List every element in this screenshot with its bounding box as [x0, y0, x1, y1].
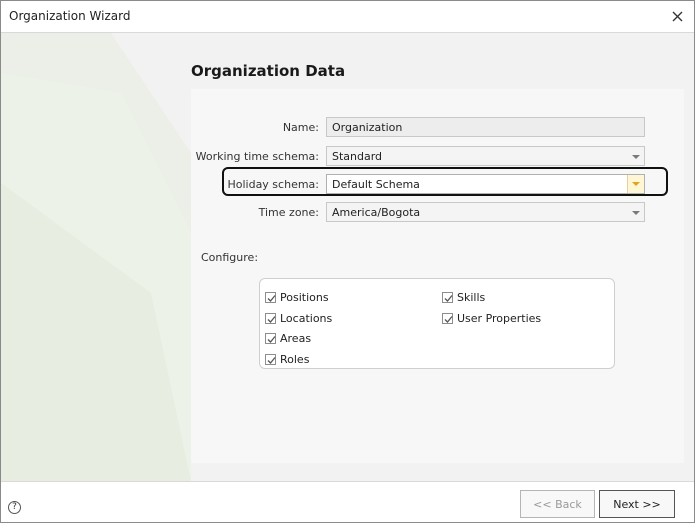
checkbox-positions[interactable]: Positions: [265, 291, 329, 304]
chevron-down-icon: [632, 182, 640, 186]
working-time-schema-label: Working time schema:: [195, 150, 319, 163]
checkbox-box[interactable]: [265, 292, 276, 303]
configure-checkbox-group: Positions Locations Areas Roles Skills U…: [259, 278, 615, 369]
checkmark-icon: [267, 336, 276, 343]
help-icon[interactable]: ?: [8, 501, 21, 514]
checkbox-box[interactable]: [265, 354, 276, 365]
time-zone-label: Time zone:: [258, 206, 319, 219]
checkbox-user-properties[interactable]: User Properties: [442, 312, 541, 325]
checkbox-roles[interactable]: Roles: [265, 353, 309, 366]
checkbox-areas[interactable]: Areas: [265, 332, 311, 345]
configure-label: Configure:: [201, 251, 259, 264]
wizard-window: Organization Wizard Organization Data Na…: [0, 0, 695, 523]
checkbox-locations[interactable]: Locations: [265, 312, 332, 325]
close-icon: [672, 11, 682, 22]
time-zone-select[interactable]: America/Bogota: [326, 202, 645, 222]
page-title: Organization Data: [191, 62, 346, 80]
name-value: Organization: [332, 121, 403, 134]
checkmark-icon: [267, 295, 276, 302]
checkmark-icon: [267, 357, 276, 364]
close-button[interactable]: [660, 1, 694, 32]
title-bar: Organization Wizard: [1, 1, 694, 33]
dropdown-button[interactable]: [627, 175, 644, 193]
checkbox-box[interactable]: [442, 292, 453, 303]
checkbox-label: Locations: [280, 312, 333, 325]
name-field[interactable]: Organization: [326, 117, 645, 137]
window-title: Organization Wizard: [9, 9, 131, 23]
checkbox-box[interactable]: [442, 313, 453, 324]
holiday-schema-value: Default Schema: [332, 178, 420, 191]
checkbox-label: Roles: [280, 353, 310, 366]
checkmark-icon: [267, 316, 276, 323]
checkbox-label: Skills: [457, 291, 486, 304]
next-button[interactable]: Next >>: [599, 490, 675, 518]
back-button[interactable]: << Back: [520, 490, 595, 518]
checkbox-box[interactable]: [265, 333, 276, 344]
chevron-down-icon: [632, 211, 640, 215]
checkbox-label: Areas: [280, 332, 312, 345]
checkbox-skills[interactable]: Skills: [442, 291, 485, 304]
wizard-content: Organization Data Name: Organization Wor…: [1, 33, 694, 481]
wizard-footer: ? << Back Next >>: [1, 481, 694, 522]
checkbox-label: Positions: [280, 291, 329, 304]
holiday-schema-select[interactable]: Default Schema: [326, 174, 645, 194]
checkbox-label: User Properties: [457, 312, 542, 325]
checkbox-box[interactable]: [265, 313, 276, 324]
holiday-schema-label: Holiday schema:: [227, 178, 319, 191]
checkmark-icon: [444, 316, 453, 323]
time-zone-value: America/Bogota: [332, 206, 421, 219]
working-time-schema-select[interactable]: Standard: [326, 146, 645, 166]
chevron-down-icon: [632, 155, 640, 159]
working-time-schema-value: Standard: [332, 150, 383, 163]
checkmark-icon: [444, 295, 453, 302]
name-label: Name:: [282, 121, 319, 134]
